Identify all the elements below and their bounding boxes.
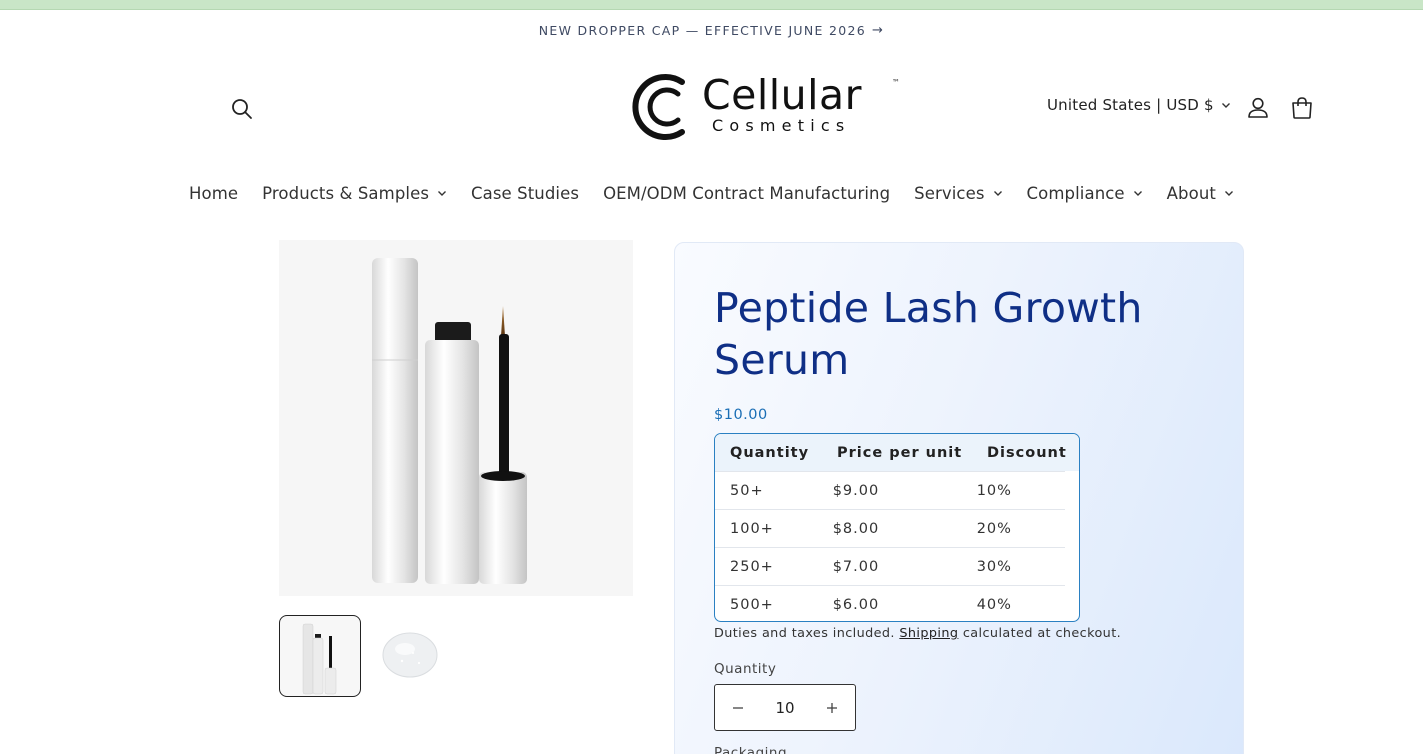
nav-label: OEM/ODM Contract Manufacturing <box>603 183 891 203</box>
table-row: 50+ $9.00 10% <box>715 471 1065 509</box>
search-icon[interactable] <box>226 93 258 125</box>
nav-label: Services <box>914 183 985 203</box>
product-price: $10.00 <box>714 407 768 423</box>
decrease-quantity-button[interactable] <box>715 685 761 730</box>
nav-label: Home <box>189 183 239 203</box>
volume-pricing-table: Quantity Price per unit Discount 50+ $9.… <box>714 433 1080 622</box>
tier-price: $9.00 <box>832 482 880 499</box>
quantity-stepper <box>714 684 856 731</box>
main-navigation: Home Products & Samples Case Studies OEM… <box>0 178 1423 208</box>
tier-discount: 30% <box>976 558 1012 575</box>
table-row: 100+ $8.00 20% <box>715 509 1065 547</box>
tier-quantity: 100+ <box>730 520 774 537</box>
plus-icon <box>827 702 837 713</box>
logo-subtitle: Cosmetics <box>712 116 851 135</box>
table-row: 250+ $7.00 30% <box>715 547 1065 585</box>
tax-note-text-end: calculated at checkout. <box>962 626 1122 641</box>
tier-discount: 40% <box>976 596 1012 613</box>
nav-item-case-studies[interactable]: Case Studies <box>459 178 591 208</box>
quantity-label: Quantity <box>714 661 777 677</box>
tier-price: $8.00 <box>832 520 880 537</box>
chevron-down-icon <box>438 191 447 196</box>
logo-mark-icon <box>632 74 685 140</box>
nav-label: About <box>1166 183 1216 203</box>
product-thumbnail-1[interactable] <box>279 615 361 697</box>
packaging-label: Packaging <box>714 745 788 754</box>
cellular-cosmetics-logo[interactable]: Cellular ™ Cosmetics <box>632 68 912 150</box>
tier-price: $7.00 <box>832 558 880 575</box>
announcement-text[interactable]: NEW DROPPER CAP — EFFECTIVE JUNE 2026 <box>539 23 866 38</box>
tier-discount: 10% <box>976 482 1012 499</box>
logo-name: Cellular <box>702 71 862 119</box>
chevron-down-icon <box>1224 191 1233 196</box>
nav-item-services[interactable]: Services <box>902 178 1014 208</box>
quantity-input[interactable] <box>761 685 809 730</box>
locale-label: United States | USD $ <box>1047 96 1214 114</box>
product-title: Peptide Lash Growth Serum <box>714 284 1143 384</box>
tax-shipping-note: Duties and taxes included. Shipping calc… <box>714 626 1121 641</box>
tier-quantity: 250+ <box>730 558 774 575</box>
tier-price: $6.00 <box>832 596 880 613</box>
column-header-discount: Discount <box>987 444 1067 461</box>
tax-note-text: Duties and taxes included. <box>714 626 895 641</box>
shipping-link[interactable]: Shipping <box>899 626 958 641</box>
nav-label: Case Studies <box>471 183 580 203</box>
chevron-down-icon <box>993 191 1002 196</box>
tier-discount: 20% <box>976 520 1012 537</box>
announcement-bar[interactable]: NEW DROPPER CAP — EFFECTIVE JUNE 2026 → <box>0 10 1423 50</box>
table-row: 500+ $6.00 40% <box>715 585 1065 621</box>
nav-label: Compliance <box>1026 183 1125 203</box>
cart-icon[interactable] <box>1288 94 1316 122</box>
tier-quantity: 50+ <box>730 482 764 499</box>
product-thumbnail-2[interactable] <box>369 615 451 697</box>
chevron-down-icon <box>1221 103 1230 108</box>
tier-quantity: 500+ <box>730 596 774 613</box>
logo-trademark: ™ <box>892 78 900 87</box>
account-icon[interactable] <box>1244 94 1272 122</box>
country-currency-selector[interactable]: United States | USD $ <box>1047 96 1231 114</box>
column-header-quantity: Quantity <box>730 444 810 461</box>
increase-quantity-button[interactable] <box>809 685 855 730</box>
table-header: Quantity Price per unit Discount <box>715 434 1079 471</box>
nav-item-about[interactable]: About <box>1155 178 1246 208</box>
nav-item-oem-odm[interactable]: OEM/ODM Contract Manufacturing <box>591 178 902 208</box>
arrow-right-icon: → <box>872 22 885 38</box>
nav-label: Products & Samples <box>262 183 430 203</box>
chevron-down-icon <box>1133 191 1142 196</box>
minus-icon <box>733 706 743 709</box>
nav-item-compliance[interactable]: Compliance <box>1015 178 1155 208</box>
nav-item-home[interactable]: Home <box>177 178 250 208</box>
site-header: Cellular ™ Cosmetics United States | USD… <box>0 50 1423 170</box>
product-main-image[interactable] <box>279 240 633 596</box>
nav-item-products-samples[interactable]: Products & Samples <box>250 178 459 208</box>
top-color-strip <box>0 0 1423 10</box>
column-header-price: Price per unit <box>837 444 963 461</box>
